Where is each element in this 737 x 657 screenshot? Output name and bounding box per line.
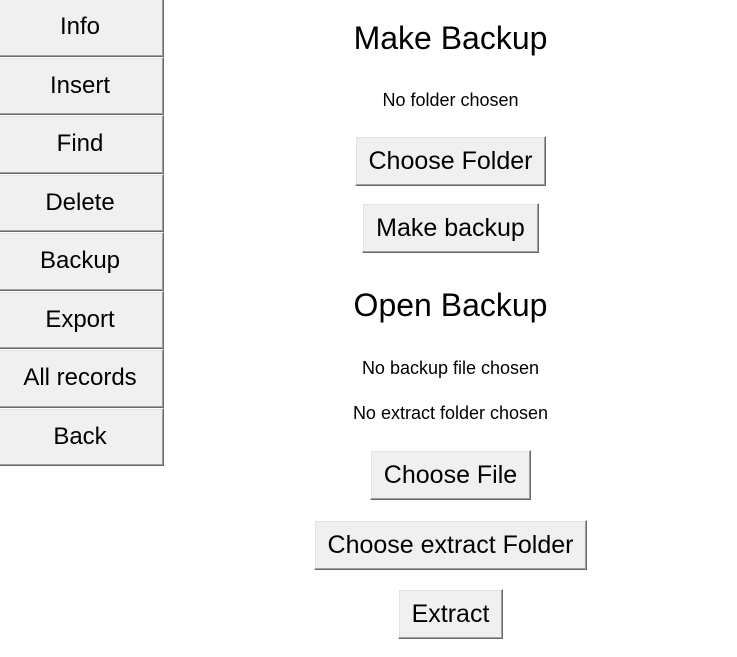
nav-button-all-records[interactable]: All records	[0, 349, 164, 408]
choose-folder-button[interactable]: Choose Folder	[354, 136, 547, 186]
make-backup-row: Make backup	[164, 203, 737, 253]
nav-button-back[interactable]: Back	[0, 407, 164, 466]
make-backup-section-title-row: Make Backup	[164, 18, 737, 58]
choose-extract-folder-button[interactable]: Choose extract Folder	[313, 520, 588, 570]
open-backup-title: Open Backup	[353, 287, 548, 323]
make-backup-button[interactable]: Make backup	[362, 203, 539, 253]
extract-folder-status-text: No extract folder chosen	[352, 403, 549, 423]
extract-folder-status-row: No extract folder chosen	[164, 402, 737, 424]
extract-row: Extract	[164, 589, 737, 639]
choose-extract-folder-row: Choose extract Folder	[164, 520, 737, 570]
sidebar-nav: Info Insert Find Delete Backup Export Al…	[0, 0, 164, 466]
choose-folder-row: Choose Folder	[164, 136, 737, 186]
open-backup-section-title-row: Open Backup	[164, 285, 737, 325]
backup-file-status-text: No backup file chosen	[361, 358, 540, 378]
nav-button-find[interactable]: Find	[0, 115, 164, 174]
nav-button-delete[interactable]: Delete	[0, 173, 164, 232]
choose-file-button[interactable]: Choose File	[369, 450, 532, 500]
backup-panel: Make Backup No folder chosen Choose Fold…	[164, 0, 737, 657]
folder-status-text: No folder chosen	[382, 90, 519, 110]
folder-status-row: No folder chosen	[164, 89, 737, 111]
make-backup-title: Make Backup	[353, 20, 548, 56]
extract-button[interactable]: Extract	[397, 589, 504, 639]
nav-button-insert[interactable]: Insert	[0, 56, 164, 115]
backup-file-status-row: No backup file chosen	[164, 357, 737, 379]
nav-button-export[interactable]: Export	[0, 290, 164, 349]
nav-button-backup[interactable]: Backup	[0, 232, 164, 291]
choose-file-row: Choose File	[164, 450, 737, 500]
nav-button-info[interactable]: Info	[0, 0, 164, 57]
